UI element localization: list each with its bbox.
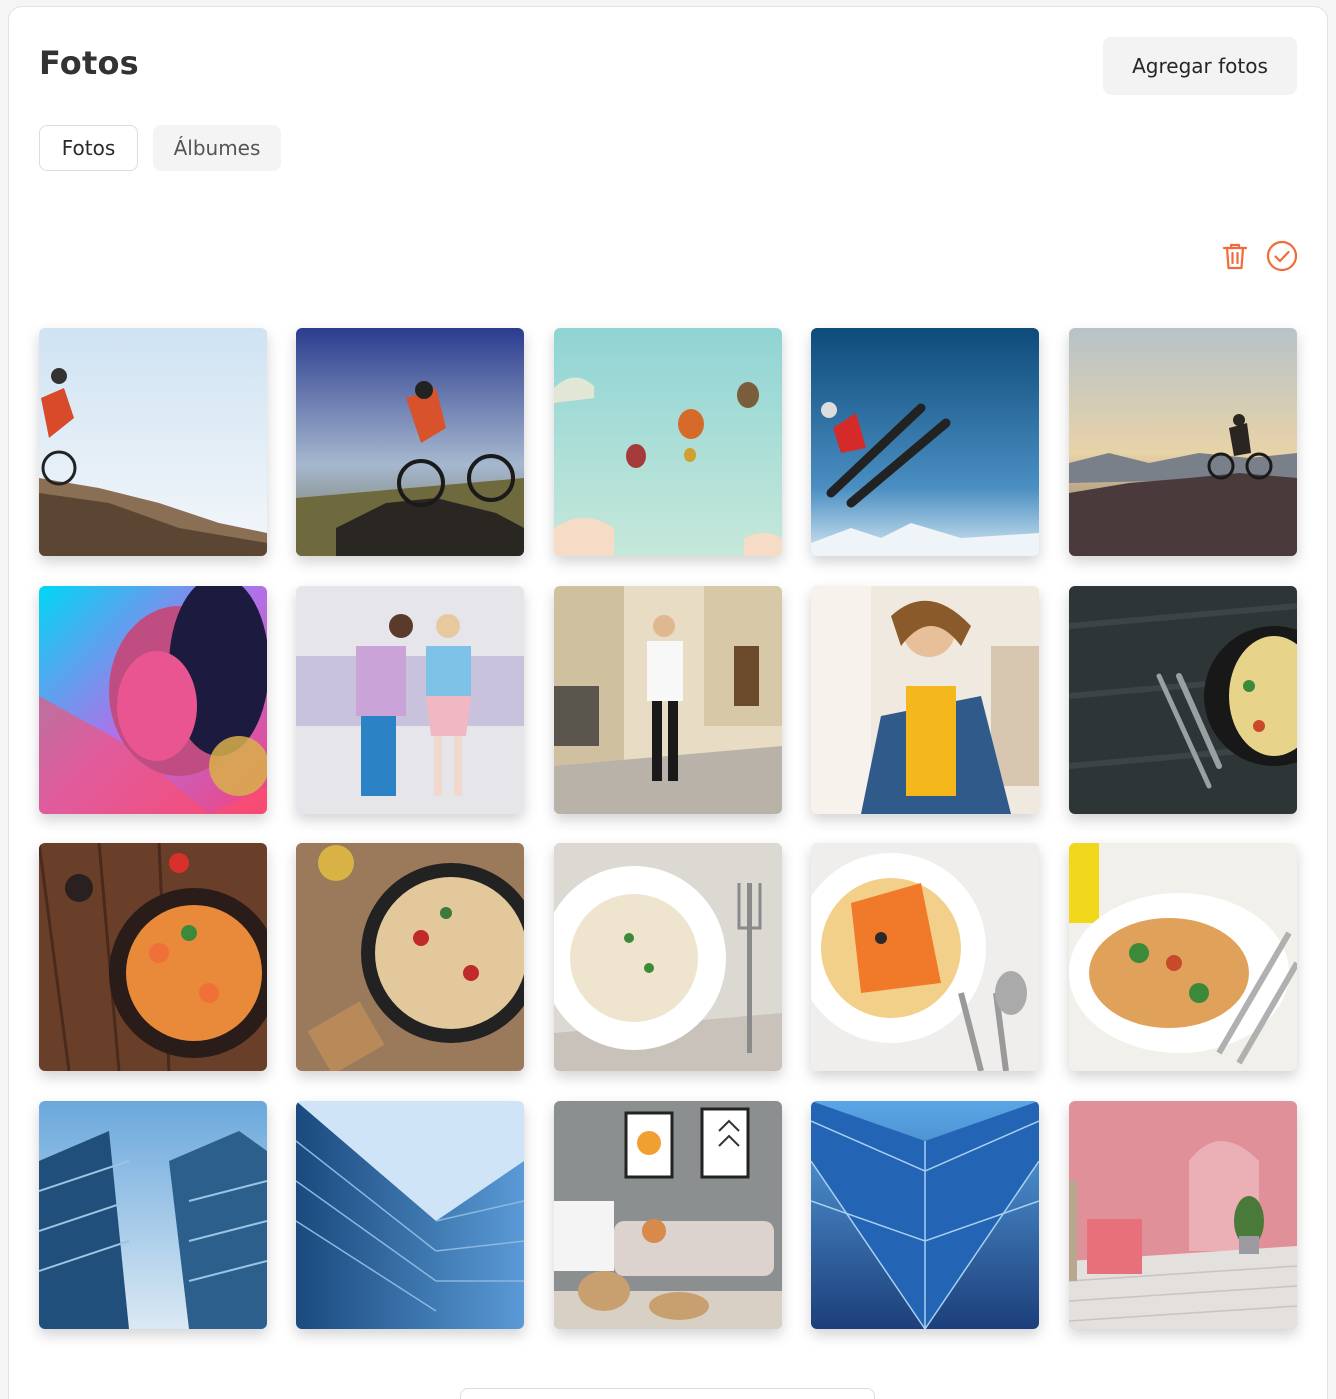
tab-albumes[interactable]: Álbumes — [153, 125, 281, 171]
photo-tile[interactable] — [296, 1101, 524, 1329]
photo-tile[interactable] — [39, 843, 267, 1071]
check-circle-icon[interactable] — [1265, 239, 1299, 273]
photo-tile[interactable] — [554, 328, 782, 556]
photo-tile[interactable] — [554, 586, 782, 814]
photo-tile[interactable] — [554, 843, 782, 1071]
trash-icon[interactable] — [1218, 239, 1252, 273]
photo-tile[interactable] — [811, 1101, 1039, 1329]
photo-tile[interactable] — [811, 586, 1039, 814]
photo-tile[interactable] — [811, 843, 1039, 1071]
photo-tile[interactable] — [39, 1101, 267, 1329]
photo-tile[interactable] — [811, 328, 1039, 556]
photo-tile[interactable] — [1069, 586, 1297, 814]
photo-tile[interactable] — [39, 328, 267, 556]
add-photos-button[interactable]: Agregar fotos — [1103, 37, 1297, 95]
photo-tile[interactable] — [296, 843, 524, 1071]
photo-tile[interactable] — [554, 1101, 782, 1329]
photo-tile[interactable] — [1069, 328, 1297, 556]
photo-tile[interactable] — [39, 586, 267, 814]
pagination-bar[interactable] — [460, 1388, 875, 1399]
photo-tile[interactable] — [296, 328, 524, 556]
page-title: Fotos — [39, 44, 139, 82]
photo-tile[interactable] — [1069, 843, 1297, 1071]
tab-fotos[interactable]: Fotos — [39, 125, 138, 171]
photo-tile[interactable] — [296, 586, 524, 814]
photo-tile[interactable] — [1069, 1101, 1297, 1329]
